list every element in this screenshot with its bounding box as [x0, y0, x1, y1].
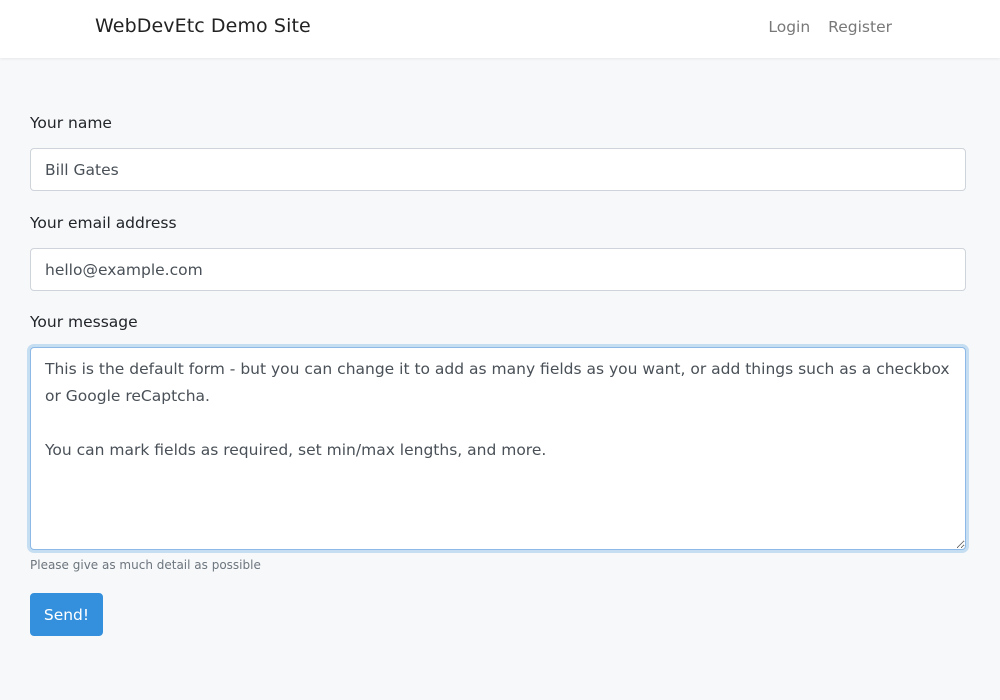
contact-form: Your name Your email address Your messag…: [30, 114, 966, 636]
login-link[interactable]: Login: [768, 18, 810, 36]
name-label: Your name: [30, 114, 112, 132]
nav-links: Login Register: [768, 18, 892, 36]
name-input[interactable]: [30, 148, 966, 191]
email-label: Your email address: [30, 214, 177, 232]
message-help-text: Please give as much detail as possible: [30, 558, 261, 572]
site-brand-link[interactable]: WebDevEtc Demo Site: [95, 15, 311, 37]
register-link[interactable]: Register: [828, 18, 892, 36]
email-input[interactable]: [30, 248, 966, 291]
message-label: Your message: [30, 313, 138, 331]
send-button[interactable]: Send!: [30, 593, 103, 636]
top-navbar: WebDevEtc Demo Site Login Register: [0, 0, 1000, 58]
message-textarea[interactable]: This is the default form - but you can c…: [30, 347, 966, 550]
